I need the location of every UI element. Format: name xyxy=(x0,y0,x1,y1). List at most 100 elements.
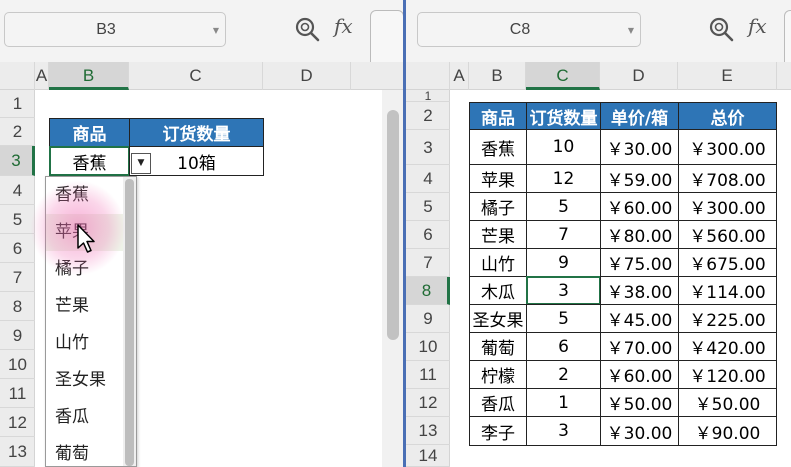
table-cell[interactable]: ￥675.00 xyxy=(678,248,777,277)
table-cell[interactable]: ￥300.00 xyxy=(678,129,777,165)
row-header-8[interactable]: 8 xyxy=(406,277,450,305)
table-cell[interactable]: ￥50.00 xyxy=(678,388,777,417)
table-cell[interactable]: ￥59.00 xyxy=(600,164,679,193)
column-header-c[interactable]: C xyxy=(129,62,263,90)
table-cell[interactable]: ￥225.00 xyxy=(678,304,777,333)
row-header-13[interactable]: 13 xyxy=(0,437,35,467)
row-header-12[interactable]: 12 xyxy=(0,408,35,437)
table-cell[interactable]: 木瓜 xyxy=(469,276,527,305)
row-header-10[interactable]: 10 xyxy=(0,350,35,379)
table-cell[interactable]: 山竹 xyxy=(469,248,527,277)
table-cell[interactable]: ￥30.00 xyxy=(600,416,679,446)
table-cell[interactable]: ￥120.00 xyxy=(678,360,777,389)
column-header-a[interactable]: A xyxy=(450,62,469,90)
row-header-4[interactable]: 4 xyxy=(0,176,35,205)
zoom-magnifier-icon[interactable] xyxy=(708,16,734,42)
row-header-3[interactable]: 3 xyxy=(406,130,450,165)
column-header-b[interactable]: B xyxy=(49,62,129,90)
selected-cell-b3[interactable]: 香蕉 xyxy=(49,146,130,176)
row-header-3[interactable]: 3 xyxy=(0,146,35,176)
header-cell-product[interactable]: 商品 xyxy=(49,118,130,147)
dropdown-option[interactable]: 葡萄 xyxy=(46,436,124,466)
table-cell[interactable]: ￥30.00 xyxy=(600,129,679,165)
table-cell[interactable]: 3 xyxy=(526,416,601,446)
table-cell[interactable]: 7 xyxy=(526,220,601,249)
table-cell[interactable]: 2 xyxy=(526,360,601,389)
row-header-7[interactable]: 7 xyxy=(0,263,35,292)
right-name-box[interactable]: C8 ▼ xyxy=(417,12,641,47)
row-header-4[interactable]: 4 xyxy=(406,165,450,193)
table-cell[interactable]: ￥45.00 xyxy=(600,304,679,333)
table-cell[interactable]: ￥90.00 xyxy=(678,416,777,446)
row-header-14[interactable]: 14 xyxy=(406,445,450,467)
table-cell[interactable]: 5 xyxy=(526,304,601,333)
validation-dropdown-list[interactable]: 香蕉 苹果 橘子 芒果 山竹 圣女果 香瓜 葡萄 xyxy=(45,176,137,467)
header-cell-quantity[interactable]: 订货数量 xyxy=(526,102,601,130)
table-cell[interactable]: 5 xyxy=(526,192,601,221)
row-header-2[interactable]: 2 xyxy=(406,102,450,130)
header-cell-quantity[interactable]: 订货数量 xyxy=(129,118,264,147)
header-cell-total[interactable]: 总价 xyxy=(678,102,777,130)
table-cell[interactable]: 圣女果 xyxy=(469,304,527,333)
table-cell[interactable]: ￥708.00 xyxy=(678,164,777,193)
table-cell[interactable]: 芒果 xyxy=(469,220,527,249)
table-cell[interactable]: 1 xyxy=(526,388,601,417)
table-cell[interactable]: ￥420.00 xyxy=(678,332,777,361)
zoom-magnifier-icon[interactable] xyxy=(294,16,320,42)
table-cell[interactable]: 香蕉 xyxy=(469,129,527,165)
table-cell[interactable]: 香瓜 xyxy=(469,388,527,417)
selected-cell-c8[interactable]: 3 xyxy=(526,276,601,305)
left-scroll-thumb[interactable] xyxy=(387,110,399,340)
table-cell[interactable]: ￥114.00 xyxy=(678,276,777,305)
dropdown-option[interactable]: 香蕉 xyxy=(46,177,124,214)
table-cell[interactable]: ￥300.00 xyxy=(678,192,777,221)
row-header-7[interactable]: 7 xyxy=(406,249,450,277)
left-name-box[interactable]: B3 ▼ xyxy=(4,12,226,47)
row-header-9[interactable]: 9 xyxy=(0,321,35,350)
header-cell-product[interactable]: 商品 xyxy=(469,102,527,130)
row-header-1[interactable]: 1 xyxy=(0,90,35,118)
table-cell[interactable]: ￥50.00 xyxy=(600,388,679,417)
row-header-6[interactable]: 6 xyxy=(0,234,35,263)
column-header-d[interactable]: D xyxy=(263,62,351,90)
row-header-11[interactable]: 11 xyxy=(0,379,35,408)
row-header-9[interactable]: 9 xyxy=(406,305,450,333)
column-header-c[interactable]: C xyxy=(526,62,600,90)
dropdown-option-hovered[interactable]: 苹果 xyxy=(46,214,124,251)
table-cell[interactable]: ￥60.00 xyxy=(600,192,679,221)
row-header-13[interactable]: 13 xyxy=(406,417,450,445)
table-cell[interactable]: 9 xyxy=(526,248,601,277)
row-header-5[interactable]: 5 xyxy=(406,193,450,221)
table-cell[interactable]: 葡萄 xyxy=(469,332,527,361)
right-formula-input[interactable] xyxy=(784,10,791,68)
table-cell[interactable]: 柠檬 xyxy=(469,360,527,389)
row-header-5[interactable]: 5 xyxy=(0,205,35,234)
table-cell[interactable]: 李子 xyxy=(469,416,527,446)
row-header-1[interactable]: 1 xyxy=(406,90,450,102)
dropdown-option[interactable]: 芒果 xyxy=(46,288,124,325)
column-header-d[interactable]: D xyxy=(600,62,678,90)
table-cell[interactable]: 橘子 xyxy=(469,192,527,221)
dropdown-scroll-thumb[interactable] xyxy=(125,179,134,466)
table-cell[interactable]: ￥60.00 xyxy=(600,360,679,389)
row-header-6[interactable]: 6 xyxy=(406,221,450,249)
column-header-a[interactable]: A xyxy=(35,62,49,90)
fx-icon[interactable]: fx xyxy=(334,14,353,38)
table-cell[interactable]: ￥38.00 xyxy=(600,276,679,305)
fx-icon[interactable]: fx xyxy=(748,14,767,38)
table-cell[interactable]: 6 xyxy=(526,332,601,361)
dropdown-arrow-icon[interactable]: ▼ xyxy=(131,153,151,174)
table-cell[interactable]: ￥560.00 xyxy=(678,220,777,249)
row-header-8[interactable]: 8 xyxy=(0,292,35,321)
table-cell[interactable]: 苹果 xyxy=(469,164,527,193)
row-header-2[interactable]: 2 xyxy=(0,118,35,146)
table-cell[interactable]: ￥70.00 xyxy=(600,332,679,361)
table-cell[interactable]: 10 xyxy=(526,129,601,165)
table-cell[interactable]: ￥80.00 xyxy=(600,220,679,249)
column-header-b[interactable]: B xyxy=(469,62,526,90)
table-cell[interactable]: ￥75.00 xyxy=(600,248,679,277)
dropdown-option[interactable]: 山竹 xyxy=(46,325,124,362)
header-cell-unit-price[interactable]: 单价/箱 xyxy=(600,102,679,130)
dropdown-scrollbar[interactable] xyxy=(123,177,136,466)
select-all-corner[interactable] xyxy=(0,62,35,90)
